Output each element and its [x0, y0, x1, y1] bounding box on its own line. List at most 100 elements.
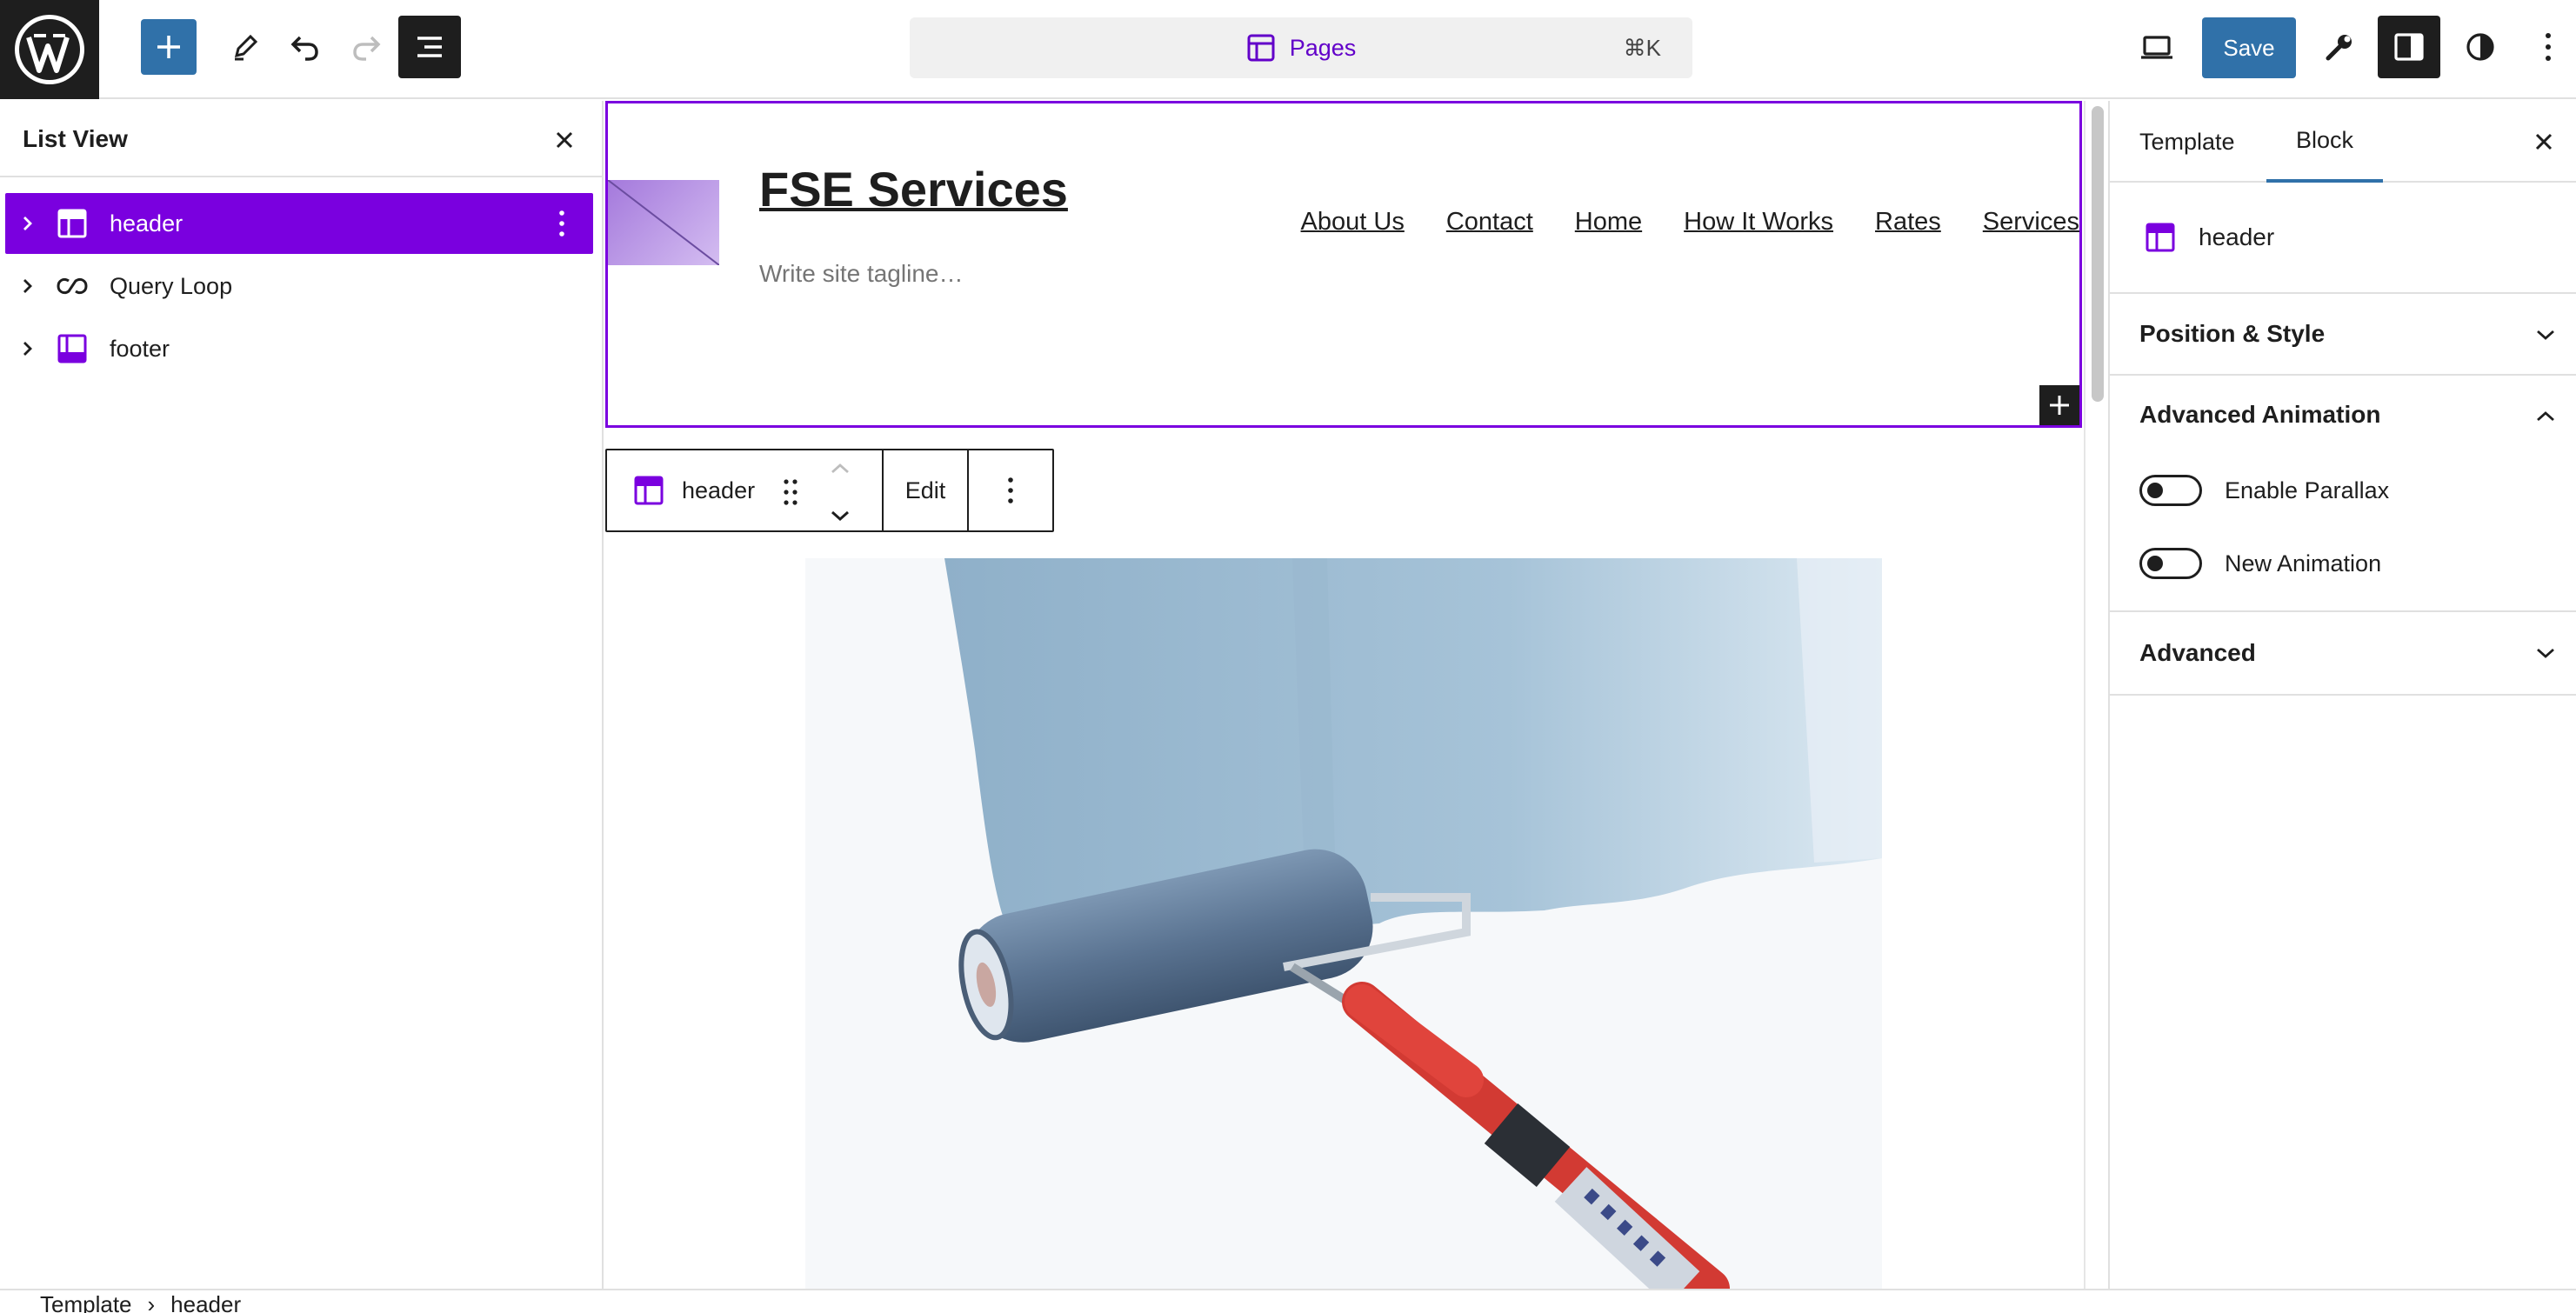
new-animation-label: New Animation [2225, 550, 2382, 577]
breadcrumb-item-header[interactable]: header [170, 1290, 241, 1313]
canvas-scrollbar[interactable] [2084, 101, 2108, 1289]
paint-roller-image[interactable] [805, 558, 1882, 1289]
close-list-view-button[interactable] [548, 123, 581, 157]
new-animation-row: New Animation [2110, 527, 2576, 600]
panel-title: Advanced Animation [2139, 401, 2381, 428]
nav-link-contact[interactable]: Contact [1446, 208, 1533, 237]
undo-icon [290, 36, 318, 61]
block-toolbar: header Edit [605, 449, 1054, 532]
tools-pen-button[interactable] [217, 19, 273, 75]
template-part-header-icon [2146, 223, 2175, 252]
panel-advanced-animation-toggle[interactable]: Advanced Animation [2110, 376, 2576, 454]
new-animation-toggle[interactable] [2139, 548, 2202, 579]
settings-sidebar: Template Block header Position & Style A… [2108, 101, 2576, 1289]
tab-template[interactable]: Template [2110, 101, 2265, 183]
breadcrumb-separator-icon: › [147, 1291, 156, 1313]
wordpress-logo-icon [15, 15, 84, 84]
close-sidebar-button[interactable] [2527, 125, 2560, 158]
drag-handle-icon[interactable] [777, 475, 804, 510]
pages-icon [1247, 34, 1275, 62]
chevron-down-icon [2534, 323, 2557, 346]
close-icon [556, 131, 573, 149]
nav-link-about-us[interactable]: About Us [1301, 208, 1405, 237]
enable-parallax-row: Enable Parallax [2110, 454, 2576, 527]
editor-canvas: FSE Services Write site tagline… About U… [605, 101, 2084, 1289]
template-part-header-icon[interactable] [631, 473, 666, 508]
more-vertical-icon [1008, 477, 1013, 503]
block-card-title: header [2199, 223, 2275, 250]
block-inserter-button[interactable] [141, 19, 197, 75]
list-view-item-label: header [110, 210, 184, 237]
more-options-button[interactable] [2520, 19, 2576, 75]
toggle-knob [2147, 483, 2163, 498]
wordpress-logo-button[interactable] [0, 0, 99, 99]
chevron-up-icon [2534, 405, 2557, 428]
list-view-item-query-loop[interactable]: Query Loop [5, 256, 593, 317]
chevron-down-icon [2534, 642, 2557, 664]
nav-link-home[interactable]: Home [1575, 208, 1642, 237]
header-template-part-block[interactable]: FSE Services Write site tagline… About U… [605, 101, 2082, 428]
nav-link-services[interactable]: Services [1983, 208, 2079, 237]
pencil-icon [234, 34, 258, 61]
loop-icon [50, 276, 94, 297]
close-icon [2535, 133, 2553, 150]
breadcrumb-item-template[interactable]: Template [40, 1290, 132, 1313]
tab-block[interactable]: Block [2266, 101, 2384, 183]
nav-link-rates[interactable]: Rates [1875, 208, 1941, 237]
device-preview-button[interactable] [2129, 19, 2185, 75]
plus-icon [2050, 396, 2069, 415]
block-settings-tools-button[interactable] [2312, 19, 2367, 75]
desktop-icon [2141, 36, 2172, 59]
site-logo-placeholder[interactable] [608, 180, 719, 265]
sidebar-tabs: Template Block [2110, 101, 2576, 183]
expand-chevron-icon[interactable] [5, 278, 50, 294]
add-block-appender-button[interactable] [2039, 385, 2079, 425]
save-button[interactable]: Save [2202, 17, 2296, 78]
command-label-group: Pages [1246, 33, 1356, 63]
panel-title: Advanced [2139, 639, 2256, 666]
block-options-button[interactable] [546, 207, 577, 240]
panel-position-style: Position & Style [2110, 294, 2576, 376]
edit-template-part-button[interactable]: Edit [884, 450, 969, 530]
block-toolbar-label: header [682, 477, 756, 503]
block-parent-selector: header [607, 450, 884, 530]
expand-chevron-icon[interactable] [5, 341, 50, 357]
panel-title: Position & Style [2139, 320, 2326, 347]
command-palette-button[interactable]: Pages ⌘K [910, 17, 1692, 78]
panel-position-style-toggle[interactable]: Position & Style [2110, 294, 2576, 374]
site-tagline-placeholder[interactable]: Write site tagline… [759, 260, 963, 288]
undo-button[interactable] [277, 19, 332, 75]
list-view-header: List View [0, 101, 602, 177]
list-view-item-footer[interactable]: footer [5, 318, 593, 379]
site-title[interactable]: FSE Services [759, 161, 1068, 217]
block-movers [823, 463, 858, 522]
list-view-icon [417, 37, 442, 57]
document-overview-button[interactable] [398, 16, 461, 78]
list-view-item-header[interactable]: header [5, 193, 593, 254]
template-part-footer-icon [50, 333, 94, 364]
block-card: header [2110, 183, 2576, 294]
settings-sidebar-button[interactable] [2378, 16, 2440, 78]
redo-button[interactable] [339, 19, 395, 75]
list-view-item-label: Query Loop [110, 272, 233, 299]
scrollbar-thumb[interactable] [2092, 106, 2104, 402]
plus-icon [157, 36, 180, 58]
navigation-block: About Us Contact Home How It Works Rates… [1301, 208, 2079, 237]
expand-chevron-icon[interactable] [5, 216, 50, 231]
enable-parallax-toggle[interactable] [2139, 475, 2202, 506]
chevron-up-icon[interactable] [830, 463, 851, 475]
command-shortcut: ⌘K [1623, 35, 1661, 61]
panel-advanced-toggle[interactable]: Advanced [2110, 612, 2576, 694]
nav-link-how-it-works[interactable]: How It Works [1684, 208, 1833, 237]
chevron-down-icon[interactable] [830, 510, 851, 522]
redo-icon [353, 36, 381, 61]
panel-advanced-animation: Advanced Animation Enable Parallax New A… [2110, 376, 2576, 612]
block-more-options-button[interactable] [969, 450, 1052, 530]
sidebar-icon [2394, 33, 2424, 61]
editor-top-bar: Pages ⌘K Save [0, 0, 2576, 99]
toggle-knob [2147, 556, 2163, 571]
panel-advanced: Advanced [2110, 612, 2576, 696]
list-view-item-label: footer [110, 335, 170, 362]
styles-button[interactable] [2453, 19, 2508, 75]
contrast-icon [2466, 33, 2494, 61]
